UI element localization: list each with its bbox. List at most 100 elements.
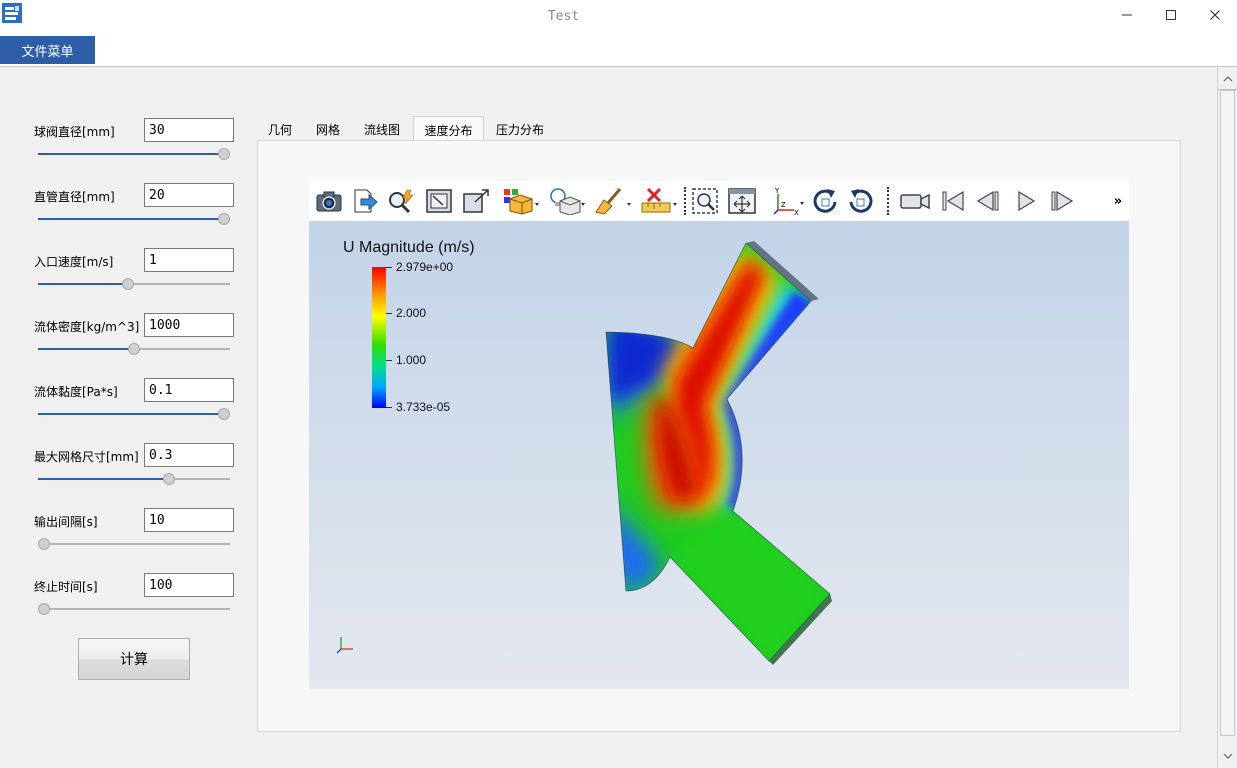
tab-pressure[interactable]: 压力分布 (489, 116, 551, 141)
slider-fill (38, 478, 169, 480)
scroll-down-icon[interactable] (1218, 746, 1237, 766)
slider-handle[interactable] (38, 538, 50, 550)
minimize-button[interactable] (1104, 0, 1150, 30)
fit-view-icon[interactable] (725, 186, 759, 216)
fluid-density-label: 流体密度[kg/m^3] (34, 320, 140, 334)
rotate-ccw-icon[interactable] (845, 186, 877, 216)
camera-icon[interactable] (313, 186, 345, 216)
slider-handle[interactable] (218, 213, 230, 225)
file-menu[interactable]: 文件菜单 (0, 36, 95, 64)
slider-fill (38, 283, 129, 285)
tab-streamlines[interactable]: 流线图 (355, 116, 409, 141)
prev-frame-icon[interactable] (973, 186, 1005, 216)
axes-triad (336, 637, 353, 654)
slider-handle[interactable] (162, 473, 175, 485)
colorbar-max-label: 2.979e+00 (396, 260, 454, 274)
axes-orient-icon[interactable]: YZ X (769, 186, 807, 216)
pipe-diameter-slider[interactable] (38, 213, 230, 225)
scrollbar-thumb[interactable] (1220, 90, 1235, 736)
slider-fill (38, 153, 230, 155)
end-time-label: 终止时间[s] (34, 580, 98, 594)
slider-handle[interactable] (38, 603, 50, 615)
inlet-velocity-slider[interactable] (38, 278, 230, 290)
scroll-up-icon[interactable] (1218, 69, 1237, 89)
colorbar-tick (386, 360, 392, 361)
slider-handle[interactable] (218, 148, 230, 160)
fluid-viscosity-input[interactable] (144, 378, 234, 402)
colorbar-tick (386, 313, 392, 314)
render-view: YZ X » U Magnitude (m/s) 2.979e+00 2.000 … (309, 181, 1129, 689)
fluid-viscosity-slider[interactable] (38, 408, 230, 420)
reset-view-icon[interactable] (423, 186, 455, 216)
color-blocks-icon[interactable] (501, 186, 541, 216)
colorbar-tick-label: 1.000 (396, 353, 427, 367)
next-frame-icon[interactable] (1045, 186, 1077, 216)
fluid-density-input[interactable] (144, 313, 234, 337)
query-icon[interactable] (385, 186, 419, 216)
slider-fill (38, 413, 230, 415)
colorbar-title: U Magnitude (m/s) (343, 239, 475, 256)
output-interval-label: 输出间隔[s] (34, 515, 98, 529)
end-time-slider[interactable] (38, 603, 230, 615)
velocity-render[interactable]: U Magnitude (m/s) 2.979e+00 2.000 1.000 … (309, 221, 1129, 689)
param-row-max-mesh-size: 最大网格尺寸[mm] (34, 443, 234, 493)
colorbar (372, 267, 386, 408)
param-row-inlet-velocity: 入口速度[m/s] (34, 248, 234, 298)
ball-diameter-slider[interactable] (38, 148, 230, 160)
close-button[interactable] (1192, 0, 1237, 30)
view-toolbar: YZ X » (309, 181, 1129, 221)
slider-fill (38, 218, 230, 220)
play-icon[interactable] (1009, 186, 1041, 216)
tab-geometry[interactable]: 几何 (257, 116, 303, 141)
fluid-density-slider[interactable] (38, 343, 230, 355)
maximize-button[interactable] (1148, 0, 1194, 30)
fluid-viscosity-label: 流体黏度[Pa*s] (34, 385, 118, 399)
velocity-field-image (336, 241, 832, 665)
export-icon[interactable] (349, 186, 381, 216)
max-mesh-size-input[interactable] (144, 443, 234, 467)
colorbar-tick-label: 2.000 (396, 306, 427, 320)
vertical-scrollbar[interactable] (1217, 68, 1237, 768)
ball-diameter-input[interactable] (144, 118, 234, 142)
output-interval-slider[interactable] (38, 538, 230, 550)
inlet-velocity-label: 入口速度[m/s] (34, 255, 114, 269)
calculate-button[interactable]: 计算 (78, 638, 190, 680)
colorbar-tick (386, 267, 392, 268)
tab-mesh[interactable]: 网格 (305, 116, 351, 141)
svg-text:Z: Z (781, 201, 786, 209)
slider-handle[interactable] (218, 408, 230, 420)
inlet-velocity-input[interactable] (144, 248, 234, 272)
tab-velocity[interactable]: 速度分布 (413, 116, 484, 142)
lighting-icon[interactable] (547, 186, 587, 216)
pipe-diameter-label: 直管直径[mm] (34, 190, 115, 204)
param-row-end-time: 终止时间[s] (34, 573, 234, 623)
main-content: 球阀直径[mm] 直管直径[mm] 入口速度[m/s] 流体密度[kg/m^3] 流体黏… (0, 68, 1217, 768)
window-title: Test (547, 9, 580, 24)
output-interval-input[interactable] (144, 508, 234, 532)
menu-bar: 文件菜单 (0, 34, 1237, 67)
velocity-tab-pane: YZ X » U Magnitude (m/s) 2.979e+00 2.000 … (257, 140, 1181, 732)
slider-handle[interactable] (122, 278, 135, 290)
clean-icon[interactable] (593, 186, 633, 216)
toolbar-separator (684, 187, 686, 215)
first-frame-icon[interactable] (937, 186, 969, 216)
rotate-cw-icon[interactable] (809, 186, 841, 216)
end-time-input[interactable] (144, 573, 234, 597)
max-mesh-size-slider[interactable] (38, 473, 230, 485)
max-mesh-size-label: 最大网格尺寸[mm] (34, 450, 139, 464)
ball-diameter-label: 球阀直径[mm] (34, 125, 115, 139)
svg-text:Y: Y (774, 187, 780, 195)
toolbar-overflow-button[interactable]: » (1109, 186, 1127, 216)
ruler-icon[interactable] (639, 186, 679, 216)
record-icon[interactable] (897, 186, 933, 216)
svg-text:X: X (794, 209, 799, 216)
param-row-pipe-diameter: 直管直径[mm] (34, 183, 234, 233)
zoom-to-data-icon[interactable] (459, 186, 493, 216)
slider-handle[interactable] (128, 343, 140, 355)
pipe-diameter-input[interactable] (144, 183, 234, 207)
colorbar-min-label: 3.733e-05 (396, 400, 451, 414)
param-row-fluid-density: 流体密度[kg/m^3] (34, 313, 234, 363)
zoom-box-icon[interactable] (689, 186, 721, 216)
colorbar-tick (386, 407, 392, 408)
param-row-ball-diameter: 球阀直径[mm] (34, 118, 234, 168)
